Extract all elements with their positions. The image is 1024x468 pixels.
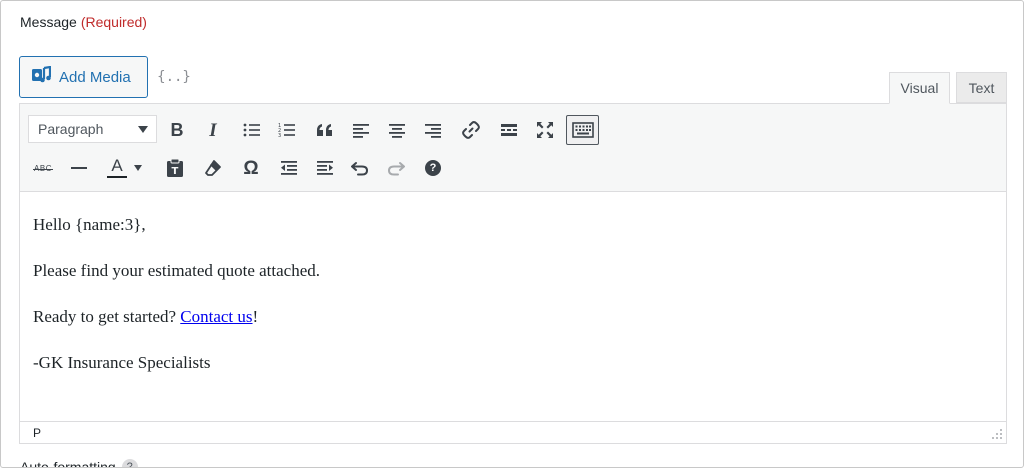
bold-button[interactable]: B — [162, 115, 192, 145]
tab-visual[interactable]: Visual — [889, 72, 950, 104]
auto-formatting-text: Auto-formatting — [20, 459, 116, 468]
editor-content[interactable]: Hello {name:3}, Please find your estimat… — [20, 193, 1006, 421]
format-select-value: Paragraph — [38, 121, 104, 137]
cta-suffix: ! — [252, 307, 259, 326]
text-color-button[interactable]: A — [102, 153, 146, 183]
svg-text:3: 3 — [278, 133, 281, 138]
horizontal-line-button[interactable] — [64, 153, 94, 183]
body-line: Please find your estimated quote attache… — [33, 261, 321, 280]
help-button[interactable]: ? — [418, 153, 448, 183]
read-more-icon — [501, 124, 517, 136]
format-select[interactable]: Paragraph — [28, 115, 157, 143]
merge-tags-button[interactable]: {..} — [157, 65, 191, 89]
align-left-icon — [353, 124, 369, 138]
text-color-icon: A — [106, 156, 128, 180]
numbered-list-icon: 1 2 3 — [278, 123, 295, 138]
cta-prefix: Ready to get started? — [33, 307, 181, 326]
align-center-icon — [389, 124, 405, 138]
element-path[interactable]: p — [33, 426, 41, 440]
link-button[interactable] — [456, 115, 486, 145]
align-center-button[interactable] — [382, 115, 412, 145]
cta-line: Ready to get started? Contact us! — [33, 305, 993, 328]
signature-line: -GK Insurance Specialists — [33, 353, 211, 372]
indent-icon — [317, 161, 333, 175]
align-left-button[interactable] — [346, 115, 376, 145]
fullscreen-icon — [537, 122, 553, 138]
blockquote-icon — [317, 124, 332, 136]
help-icon: ? — [425, 160, 441, 176]
paste-text-button[interactable]: T — [160, 153, 190, 183]
redo-icon — [387, 162, 405, 176]
help-icon[interactable]: ? — [121, 459, 138, 467]
paste-text-icon: T — [167, 158, 183, 177]
contact-us-link[interactable]: Contact us — [180, 307, 252, 326]
resize-handle-icon[interactable] — [991, 428, 1003, 440]
italic-icon: I — [209, 119, 217, 141]
editor-toolbar: Paragraph B I 1 2 3 A T Ω ? — [20, 104, 1006, 192]
strikethrough-button[interactable]: ABC — [28, 153, 58, 183]
special-character-icon: Ω — [243, 157, 259, 179]
bulleted-list-icon — [243, 123, 260, 137]
help-icon-glyph: ? — [429, 162, 437, 174]
outdent-icon — [281, 161, 297, 175]
fullscreen-button[interactable] — [530, 115, 560, 145]
bulleted-list-button[interactable] — [237, 115, 267, 145]
read-more-button[interactable] — [494, 115, 524, 145]
chevron-down-icon — [134, 165, 142, 171]
add-media-label: Add Media — [59, 68, 131, 86]
auto-formatting-label: Auto-formatting ? — [20, 459, 138, 468]
numbered-list-button[interactable]: 1 2 3 — [272, 115, 302, 145]
greeting-line: Hello {name:3}, — [33, 215, 146, 234]
bold-icon: B — [170, 120, 184, 140]
strikethrough-icon: ABC — [33, 164, 53, 173]
chevron-down-icon — [138, 126, 148, 133]
align-right-icon — [425, 124, 441, 138]
add-media-button[interactable]: Add Media — [19, 56, 148, 98]
horizontal-line-icon — [71, 167, 87, 169]
clear-formatting-button[interactable] — [198, 153, 228, 183]
indent-button[interactable] — [310, 153, 340, 183]
blockquote-button[interactable] — [310, 115, 340, 145]
field-label-text: Message — [20, 14, 77, 30]
align-right-button[interactable] — [418, 115, 448, 145]
link-icon — [462, 121, 480, 139]
editor-statusbar: p — [20, 421, 1006, 443]
toolbar-toggle-icon — [571, 122, 594, 138]
clear-formatting-icon — [205, 160, 221, 176]
redo-button[interactable] — [381, 153, 411, 183]
undo-icon — [351, 162, 369, 176]
rich-text-editor: Paragraph B I 1 2 3 A T Ω ? Hello {name:… — [19, 103, 1007, 444]
text-color-swatch — [107, 176, 127, 178]
field-label: Message (Required) — [20, 14, 147, 30]
required-indicator: (Required) — [80, 14, 147, 30]
undo-button[interactable] — [345, 153, 375, 183]
italic-button[interactable]: I — [198, 115, 228, 145]
add-media-icon — [31, 65, 59, 88]
text-color-letter: A — [111, 156, 123, 175]
svg-text:T: T — [172, 166, 179, 177]
toolbar-toggle-button[interactable] — [566, 115, 599, 145]
message-field-panel: Message (Required) Add Media {..} Visual … — [0, 0, 1024, 468]
tab-text[interactable]: Text — [956, 72, 1007, 103]
merge-tags-icon: {..} — [157, 69, 191, 85]
special-character-button[interactable]: Ω — [236, 153, 266, 183]
outdent-button[interactable] — [274, 153, 304, 183]
